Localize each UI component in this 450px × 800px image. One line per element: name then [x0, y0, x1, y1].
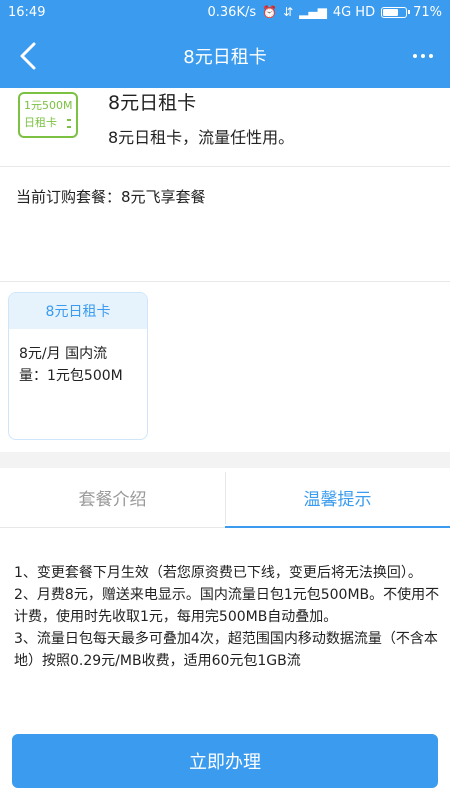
tab-package-intro[interactable]: 套餐介绍	[0, 468, 225, 527]
current-plan: 当前订购套餐：8元飞享套餐	[16, 188, 206, 206]
apply-now-button[interactable]: 立即办理	[12, 734, 438, 788]
tip-item: 1、变更套餐下月生效（若您原资费已下线，变更后将无法换回）。	[14, 565, 422, 581]
navigation-bar: 8元日租卡	[0, 24, 450, 88]
page-title: 8元日租卡	[183, 47, 267, 68]
section-gap	[0, 452, 450, 468]
sim-card-logo: 1元500M 日租卡	[18, 92, 78, 138]
tip-item: 3、流量日包每天最多可叠加4次，超范围国内移动数据流量（不含本地）按照0.29元…	[14, 631, 438, 669]
logo-line-1: 1元500M	[24, 99, 73, 112]
package-card-line: 8元/月 国内流	[19, 346, 108, 362]
network-type: 4G HD	[332, 4, 376, 20]
package-card-line: 量：1元包500M	[19, 368, 123, 384]
package-card-body: 8元/月 国内流 量：1元包500M	[9, 329, 147, 387]
package-card[interactable]: 8元日租卡 8元/月 国内流 量：1元包500M	[8, 292, 148, 440]
tab-tips[interactable]: 温馨提示	[225, 468, 450, 528]
tips-content: 1、变更套餐下月生效（若您原资费已下线，变更后将无法换回）。 2、月费8元，赠送…	[14, 562, 440, 672]
package-card-title: 8元日租卡	[9, 293, 147, 329]
battery-percent: 71%	[413, 4, 442, 20]
bottom-bar: 立即办理	[0, 726, 450, 800]
status-right: 0.36K/s ⏰ ⇵ ▂▄▆ 4G HD 71%	[208, 5, 443, 20]
chevron-left-icon	[20, 42, 36, 70]
product-name: 8元日租卡	[108, 92, 197, 114]
silent-icon: ⇵	[283, 5, 294, 19]
tip-item: 2、月费8元，赠送来电显示。国内流量日包1元包500MB。不使用不计费，使用时先…	[14, 587, 440, 625]
more-icon	[413, 54, 417, 58]
back-button[interactable]	[14, 40, 42, 72]
package-list: 8元日租卡 8元/月 国内流 量：1元包500M	[0, 282, 450, 450]
sim-chip-icon	[67, 119, 71, 128]
status-time: 16:49	[8, 4, 46, 20]
signal-icon: ▂▄▆	[299, 5, 327, 19]
product-description: 8元日租卡，流量任性用。	[108, 128, 295, 147]
status-bar: 16:49 0.36K/s ⏰ ⇵ ▂▄▆ 4G HD 71%	[0, 0, 450, 24]
more-button[interactable]	[408, 44, 438, 68]
battery-icon	[381, 6, 411, 18]
alarm-icon: ⏰	[262, 5, 278, 19]
tab-separator	[225, 472, 226, 524]
product-header: 1元500M 日租卡 8元日租卡 8元日租卡，流量任性用。	[0, 88, 450, 166]
network-speed: 0.36K/s	[207, 4, 257, 20]
divider	[0, 166, 450, 167]
